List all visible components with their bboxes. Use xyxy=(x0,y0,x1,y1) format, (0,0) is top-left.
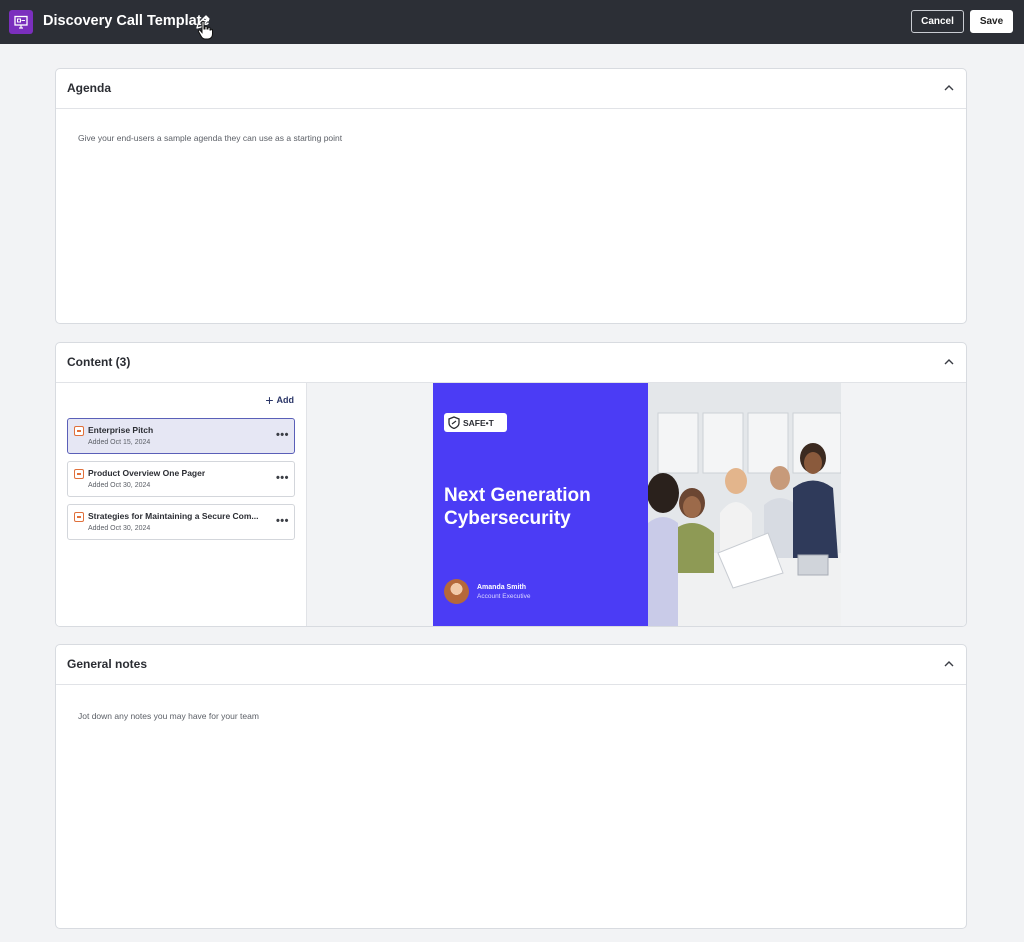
chevron-up-icon[interactable] xyxy=(943,82,955,94)
content-item-name: Product Overview One Pager xyxy=(88,468,206,478)
chevron-up-icon[interactable] xyxy=(943,356,955,368)
agenda-input[interactable]: Give your end-users a sample agenda they… xyxy=(78,133,342,143)
content-item-date: Added Oct 30, 2024 xyxy=(88,525,151,532)
notes-title: General notes xyxy=(67,657,148,671)
content-header[interactable]: Content (3) xyxy=(56,343,966,383)
content-list: + Add Enterprise Pitch Added Oct 15, 202… xyxy=(56,383,307,626)
presenter: Amanda Smith Account Executive xyxy=(444,579,530,604)
add-content-button[interactable]: + Add xyxy=(265,391,295,408)
chevron-up-icon[interactable] xyxy=(943,658,955,670)
content-item[interactable]: Enterprise Pitch Added Oct 15, 2024 ••• xyxy=(67,418,295,454)
avatar xyxy=(444,579,469,604)
template-title: Discovery Call Template xyxy=(43,13,210,29)
notes-panel: General notes Jot down any notes you may… xyxy=(55,644,967,929)
team-photo xyxy=(648,383,841,626)
cancel-button[interactable]: Cancel xyxy=(911,10,964,33)
notes-input[interactable]: Jot down any notes you may have for your… xyxy=(78,711,259,721)
presenter-name: Amanda Smith xyxy=(477,583,527,591)
agenda-header[interactable]: Agenda xyxy=(56,69,966,109)
more-icon[interactable]: ••• xyxy=(276,515,289,527)
more-icon[interactable]: ••• xyxy=(276,429,289,441)
slide-headline: Next Generation Cybersecurity xyxy=(444,485,591,529)
content-item-name: Strategies for Maintaining a Secure Com.… xyxy=(88,511,259,521)
content-item[interactable]: Product Overview One Pager Added Oct 30,… xyxy=(67,461,295,497)
hand-cursor-icon xyxy=(196,20,214,40)
content-title: Content (3) xyxy=(67,355,131,369)
slide-title-panel: SAFE•T Next Generation Cybersecurity Ama… xyxy=(433,383,648,626)
safe-t-logo: SAFE•T xyxy=(444,413,507,432)
slide-preview[interactable]: SAFE•T Next Generation Cybersecurity Ama… xyxy=(433,383,841,626)
content-preview: SAFE•T Next Generation Cybersecurity Ama… xyxy=(307,383,966,626)
agenda-panel: Agenda Give your end-users a sample agen… xyxy=(55,68,967,324)
presentation-icon xyxy=(9,10,33,34)
notes-header[interactable]: General notes xyxy=(56,645,966,685)
top-bar: Discovery Call Template Cancel Save xyxy=(0,0,1024,44)
content-panel: Content (3) + Add Enterprise Pitch Added… xyxy=(55,342,967,627)
content-item-date: Added Oct 30, 2024 xyxy=(88,482,151,489)
presentation-file-icon xyxy=(74,469,84,479)
more-icon[interactable]: ••• xyxy=(276,472,289,484)
content-item-name: Enterprise Pitch xyxy=(88,425,154,435)
plus-icon: + xyxy=(265,391,274,408)
presentation-file-icon xyxy=(74,512,84,522)
logo-text: SAFE•T xyxy=(463,417,494,428)
save-button[interactable]: Save xyxy=(970,10,1013,33)
add-label: Add xyxy=(276,395,295,405)
presentation-file-icon xyxy=(74,426,84,436)
content-item-date: Added Oct 15, 2024 xyxy=(88,439,151,446)
agenda-title: Agenda xyxy=(67,81,112,95)
shield-icon xyxy=(448,416,460,429)
content-item[interactable]: Strategies for Maintaining a Secure Com.… xyxy=(67,504,295,540)
presenter-role: Account Executive xyxy=(477,592,531,600)
